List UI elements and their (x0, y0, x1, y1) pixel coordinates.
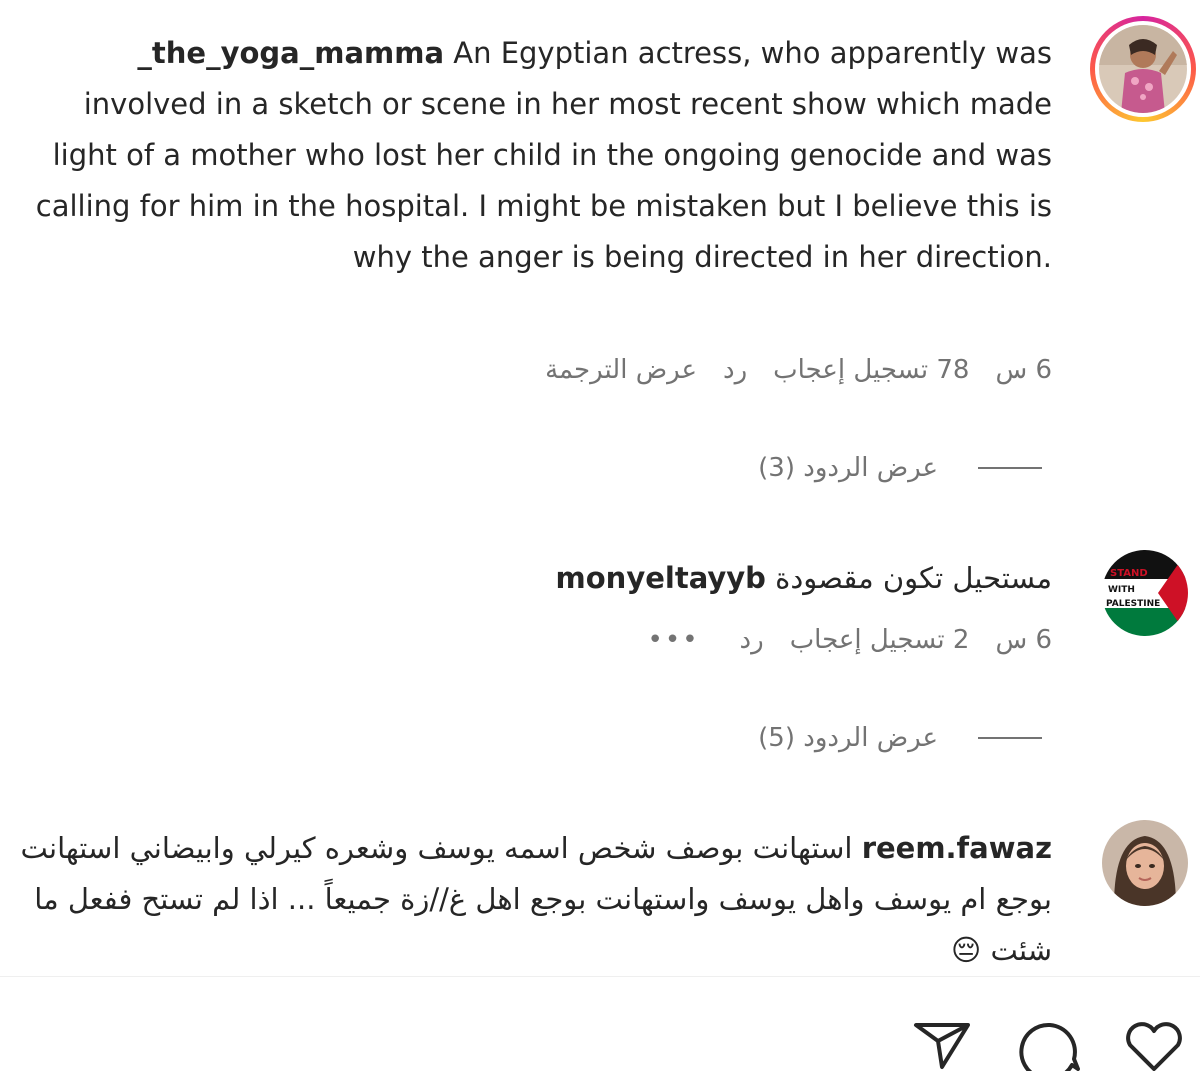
comment-text: reem.fawaz استهانت بوصف شخص اسمه يوسف وش… (12, 823, 1052, 976)
comment-body: An Egyptian actress, who apparently was … (35, 36, 1052, 274)
yoga-woman-avatar-icon (1099, 25, 1187, 113)
reply-button[interactable]: رد (723, 355, 747, 385)
comment-username[interactable]: monyeltayyb (556, 561, 766, 595)
translate-button[interactable]: عرض الترجمة (545, 355, 697, 385)
svg-text:STAND: STAND (1110, 568, 1148, 579)
comment-text: monyeltayyb مستحيل تكون مقصودة (352, 553, 1052, 604)
view-replies-label: عرض الردود (5) (758, 723, 938, 753)
comment-username[interactable]: _the_yoga_mamma (137, 36, 444, 70)
comment-time[interactable]: 6 س (995, 625, 1052, 655)
action-bar (0, 976, 1200, 1075)
comment-likes[interactable]: 2 تسجيل إعجاب (790, 625, 970, 655)
palestine-flag-avatar-icon[interactable]: STAND WITH PALESTINE (1102, 550, 1188, 636)
share-icon[interactable] (912, 1021, 972, 1075)
comment-body: مستحيل تكون مقصودة (775, 561, 1052, 595)
comment-text: _the_yoga_mamma An Egyptian actress, who… (12, 28, 1052, 283)
comment-likes[interactable]: 78 تسجيل إعجاب (773, 355, 969, 385)
svg-text:WITH: WITH (1108, 585, 1135, 595)
comment-username[interactable]: reem.fawaz (862, 831, 1052, 865)
comment-icon[interactable] (1018, 1021, 1082, 1075)
svg-text:PALESTINE: PALESTINE (1106, 599, 1160, 609)
story-ring[interactable] (1090, 16, 1196, 122)
more-options-icon[interactable]: ••• (648, 625, 700, 655)
woman-portrait-avatar-icon[interactable] (1102, 820, 1188, 906)
comment-meta: 6 س 2 تسجيل إعجاب رد ••• (648, 625, 1052, 655)
comment-meta: 6 س 78 تسجيل إعجاب رد عرض الترجمة (545, 355, 1052, 385)
view-replies-button[interactable]: عرض الردود (5) (758, 723, 1042, 753)
like-icon[interactable] (1122, 1021, 1186, 1075)
divider-line (978, 467, 1042, 469)
reply-button[interactable]: رد (740, 625, 764, 655)
divider-line (978, 737, 1042, 739)
comment-time[interactable]: 6 س (995, 355, 1052, 385)
view-replies-button[interactable]: عرض الردود (3) (758, 453, 1042, 483)
view-replies-label: عرض الردود (3) (758, 453, 938, 483)
